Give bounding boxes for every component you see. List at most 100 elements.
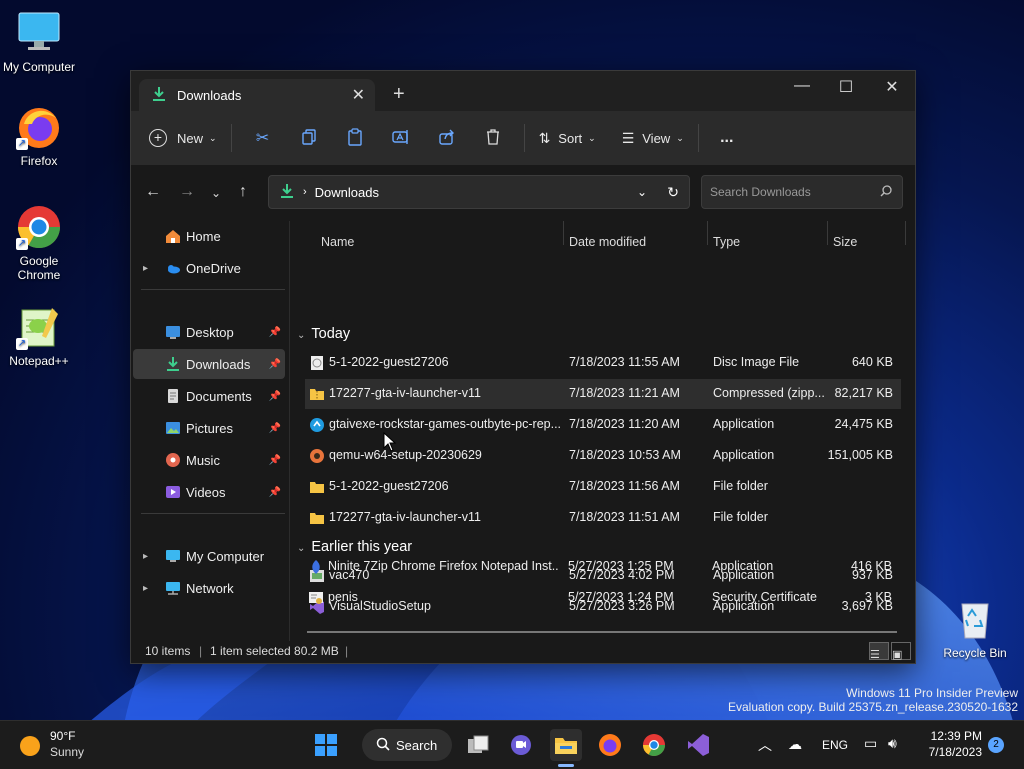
cut-button[interactable]: ✂ [240,120,286,156]
disc-image-icon [309,355,325,371]
sort-button[interactable]: ⇅ Sort ⌄ [539,120,596,156]
sidebar-item-my-computer[interactable]: ▸ My Computer [133,541,285,571]
delete-button[interactable] [470,120,516,156]
rename-button[interactable] [378,120,424,156]
view-button[interactable]: ☰ View ⌄ [622,120,684,156]
sidebar-item-network[interactable]: ▸ Network [133,573,285,603]
new-tab-button[interactable]: + [393,83,405,106]
paste-button[interactable] [332,120,378,156]
taskbar-search-button[interactable]: Search [362,729,452,761]
clock[interactable]: 12:39 PM 7/18/2023 [918,729,982,759]
details-view-toggle[interactable]: ☰ [869,642,889,661]
network-icon[interactable]: ▭ [864,735,877,752]
close-tab-icon[interactable]: ✕ [352,85,365,105]
teams-chat-button[interactable] [505,729,537,761]
expand-chevron-icon[interactable]: ▸ [143,583,148,594]
visual-studio-icon [688,734,709,756]
column-divider[interactable] [905,221,906,245]
file-row[interactable] [305,623,901,631]
trash-icon [485,128,501,148]
copy-button[interactable] [286,120,332,156]
column-divider[interactable] [563,221,564,245]
sidebar-item-onedrive[interactable]: ▸ OneDrive [133,253,285,283]
maximize-button[interactable]: ☐ [823,77,869,97]
column-header-date[interactable]: Date modified [569,225,646,259]
recycle-bin-icon [952,596,998,642]
weather-widget[interactable]: 90°F Sunny [20,729,100,761]
up-button[interactable]: ↑ [239,183,247,201]
group-header-today[interactable]: ⌄ Today [297,326,350,342]
minimize-button[interactable]: — [779,77,825,95]
volume-icon[interactable]: 🔊︎ [888,735,897,752]
task-view-button[interactable] [462,729,494,761]
file-row[interactable]: 172277-gta-iv-launcher-v11 7/18/2023 11:… [305,503,901,533]
column-header-name[interactable]: Name [321,225,354,259]
search-input[interactable]: Search Downloads [701,175,903,209]
notification-badge[interactable]: 2 [988,737,1004,753]
mouse-cursor-icon [383,432,397,452]
column-header-size[interactable]: Size [833,225,857,259]
sidebar-item-videos[interactable]: Videos 📌 [133,477,285,507]
file-explorer-taskbar-button[interactable] [550,729,582,767]
chevron-down-icon: ⌄ [676,132,684,143]
file-row[interactable]: Ninite 7Zip Chrome Firefox Notepad Inst.… [304,552,900,582]
pane-splitter[interactable] [289,221,290,641]
horizontal-scrollbar[interactable] [307,631,897,633]
refresh-icon[interactable]: ↻ [667,184,679,201]
file-row[interactable]: 5-1-2022-guest27206 7/18/2023 11:56 AM F… [305,472,901,502]
pin-icon[interactable]: 📌 [269,423,281,434]
chevron-down-icon: ⌄ [209,132,217,143]
column-divider[interactable] [827,221,828,245]
pin-icon[interactable]: 📌 [269,359,281,370]
desktop-icon-label: My Computer [2,60,76,74]
expand-chevron-icon[interactable]: ▸ [143,263,148,274]
file-row[interactable]: penis 5/27/2023 1:24 PM Security Certifi… [304,583,900,613]
home-icon [165,228,181,244]
selection-info: 1 item selected 80.2 MB [210,644,339,658]
start-button[interactable] [310,729,342,761]
pin-icon[interactable]: 📌 [269,455,281,466]
desktop-icon-firefox[interactable]: ↗ Firefox [0,104,78,168]
desktop-icon-notepadpp[interactable]: ↗ Notepad++ [0,304,78,368]
column-header-type[interactable]: Type [713,225,740,259]
sidebar-item-documents[interactable]: Documents 📌 [133,381,285,411]
recent-locations-button[interactable]: ⌄ [211,186,221,200]
share-button[interactable] [424,120,470,156]
sidebar-item-pictures[interactable]: Pictures 📌 [133,413,285,443]
expand-chevron-icon[interactable]: ▸ [143,551,148,562]
new-label: New [177,130,204,146]
address-dropdown-icon[interactable]: ⌄ [637,185,647,199]
show-hidden-icons-button[interactable]: ︿ [758,735,772,755]
pin-icon[interactable]: 📌 [269,391,281,402]
sidebar-item-music[interactable]: Music 📌 [133,445,285,475]
desktop-icon-recycle-bin[interactable]: Recycle Bin [936,596,1014,660]
sidebar-item-desktop[interactable]: Desktop 📌 [133,317,285,347]
close-window-button[interactable]: ✕ [869,77,915,97]
scissors-icon: ✂ [255,130,270,147]
file-row[interactable]: 5-1-2022-guest27206 7/18/2023 11:55 AM D… [305,348,901,378]
breadcrumb-downloads[interactable]: Downloads [315,185,379,200]
visual-studio-taskbar-button[interactable] [682,729,714,761]
pin-icon[interactable]: 📌 [269,327,281,338]
network-icon [165,580,181,596]
folder-icon [309,479,325,495]
input-language-indicator[interactable]: ENG [822,738,848,752]
new-button[interactable]: + New ⌄ [149,120,217,156]
column-divider[interactable] [707,221,708,245]
file-row[interactable]: 172277-gta-iv-launcher-v11 7/18/2023 11:… [305,379,901,409]
back-button[interactable]: ← [145,183,161,201]
tab-downloads[interactable]: Downloads ✕ [139,79,375,111]
address-bar[interactable]: › Downloads ⌄ ↻ [268,175,690,209]
sidebar-item-downloads[interactable]: Downloads 📌 [133,349,285,379]
onedrive-offline-icon[interactable]: ☁ [788,736,802,753]
desktop-icon-chrome[interactable]: ↗ Google Chrome [0,204,78,282]
sidebar-item-home[interactable]: Home [133,221,285,251]
firefox-taskbar-button[interactable] [594,729,626,761]
pin-icon[interactable]: 📌 [269,487,281,498]
desktop-icon-my-computer[interactable]: My Computer [0,10,78,74]
chrome-taskbar-button[interactable] [638,729,670,761]
navigation-pane: Home ▸ OneDrive Desktop 📌 Downloads 📌 Do… [131,221,289,641]
tiles-view-toggle[interactable]: ▣ [891,642,911,661]
forward-button[interactable]: → [179,183,195,201]
more-options-button[interactable]: ... [707,120,747,156]
